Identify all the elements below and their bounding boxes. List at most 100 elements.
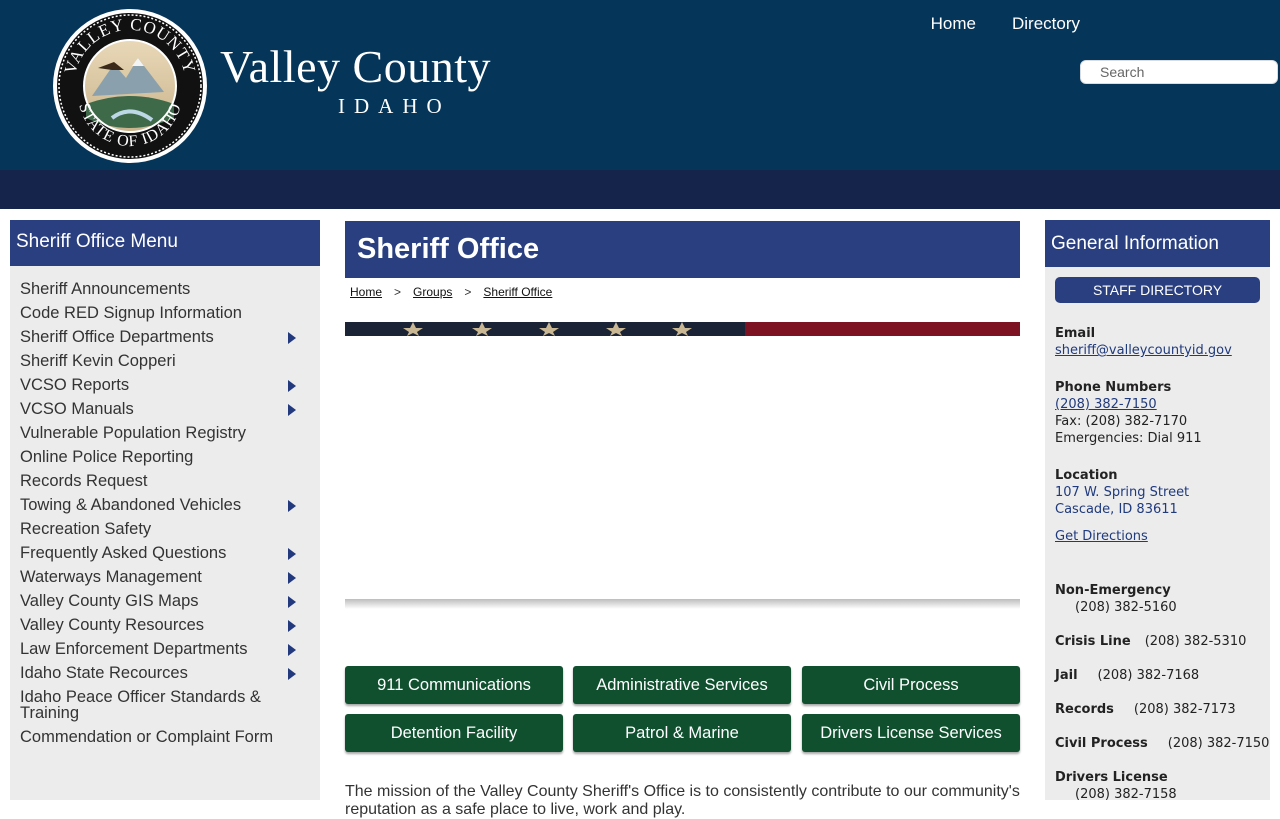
phone-label: Phone Numbers [1055, 380, 1172, 395]
sidebar-item-sheriff-announcements[interactable]: Sheriff Announcements [20, 277, 320, 301]
sidebar-item-label: Sheriff Office Departments [20, 328, 214, 346]
jail-number: (208) 382-7168 [1097, 668, 1200, 683]
sidebar-item-label: Commendation or Complaint Form [20, 728, 274, 746]
info-title: General Information [1045, 220, 1270, 267]
crisis-line-label: Crisis Line [1055, 634, 1131, 649]
flag-banner-image [345, 322, 1020, 336]
sidebar-item-label: VCSO Manuals [20, 400, 134, 418]
administrative-services-button[interactable]: Administrative Services [573, 666, 791, 704]
sidebar-item-label: Towing & Abandoned Vehicles [20, 496, 242, 514]
non-emergency-number: (208) 382-5160 [1075, 600, 1177, 615]
county-seal-logo[interactable]: VALLEY COUNTY STATE OF IDAHO [52, 8, 208, 164]
civil-process-button[interactable]: Civil Process [802, 666, 1020, 704]
sidebar-item-idaho-peace-officer-standards-and-training[interactable]: Idaho Peace Officer Standards & Training [20, 685, 320, 725]
submenu-arrow-icon[interactable] [288, 620, 296, 632]
sidebar-item-label: Idaho State Recources [20, 664, 188, 682]
phone-link[interactable]: (208) 382-7150 [1055, 397, 1157, 412]
submenu-arrow-icon[interactable] [288, 404, 296, 416]
sidebar-item-frequently-asked-questions[interactable]: Frequently Asked Questions [20, 541, 320, 565]
detention-facility-button[interactable]: Detention Facility [345, 714, 563, 752]
sidebar-item-label: Online Police Reporting [20, 448, 194, 466]
page-title: Sheriff Office [345, 221, 1020, 278]
nav-directory-link[interactable]: Directory [1012, 14, 1080, 34]
submenu-arrow-icon[interactable] [288, 332, 296, 344]
staff-directory-button[interactable]: STAFF DIRECTORY [1055, 277, 1260, 303]
search-input[interactable] [1100, 61, 1270, 83]
sidebar-item-label: Sheriff Announcements [20, 280, 191, 298]
sidebar-item-valley-county-resources[interactable]: Valley County Resources [20, 613, 320, 637]
submenu-arrow-icon[interactable] [288, 572, 296, 584]
sidebar-item-label: Waterways Management [20, 568, 202, 586]
breadcrumb-home-link[interactable]: Home [350, 285, 382, 299]
sidebar-item-waterways-management[interactable]: Waterways Management [20, 565, 320, 589]
search-box [1080, 60, 1278, 84]
sidebar-title: Sheriff Office Menu [10, 220, 320, 266]
civil-process-label: Civil Process [1055, 736, 1148, 751]
sidebar-item-code-red-signup-information[interactable]: Code RED Signup Information [20, 301, 320, 325]
sidebar-item-label: Code RED Signup Information [20, 304, 242, 322]
sidebar-item-label: VCSO Reports [20, 376, 130, 394]
civil-process-number: (208) 382-7150 [1167, 736, 1270, 751]
top-navigation: Home Directory [895, 14, 1080, 34]
sidebar-item-label: Law Enforcement Departments [20, 640, 248, 658]
main-content: Sheriff Office Home > Groups > Sheriff Offic… [345, 221, 1020, 818]
sheriff-menu-sidebar: Sheriff Office Menu Sheriff Announcement… [10, 220, 320, 800]
main-nav-bar [0, 170, 1280, 209]
sidebar-item-sheriff-kevin-copperi[interactable]: Sheriff Kevin Copperi [20, 349, 320, 373]
sidebar-item-commendation-or-complaint-form[interactable]: Commendation or Complaint Form [20, 725, 320, 749]
sidebar-item-label: Frequently Asked Questions [20, 544, 227, 562]
sidebar-item-label: Records Request [20, 472, 148, 490]
fax-number: Fax: (208) 382-7170 [1055, 414, 1188, 429]
email-link[interactable]: sheriff@valleycountyid.gov [1055, 343, 1232, 358]
email-label: Email [1055, 326, 1096, 341]
nav-home-link[interactable]: Home [931, 14, 976, 34]
records-number: (208) 382-7173 [1133, 702, 1236, 717]
sidebar-item-vcso-reports[interactable]: VCSO Reports [20, 373, 320, 397]
sidebar-item-sheriff-office-departments[interactable]: Sheriff Office Departments [20, 325, 320, 349]
drivers-license-label: Drivers License [1055, 770, 1168, 785]
sidebar-item-label: Recreation Safety [20, 520, 152, 538]
sidebar-item-label: Idaho Peace Officer Standards & Training [20, 688, 261, 722]
submenu-arrow-icon[interactable] [288, 500, 296, 512]
sidebar-menu: Sheriff Announcements Code RED Signup Inf… [10, 266, 320, 749]
sidebar-item-idaho-state-recources[interactable]: Idaho State Recources [20, 661, 320, 685]
submenu-arrow-icon[interactable] [288, 644, 296, 656]
emergency-number: Emergencies: Dial 911 [1055, 431, 1202, 446]
submenu-arrow-icon[interactable] [288, 548, 296, 560]
sidebar-item-vulnerable-population-registry[interactable]: Vulnerable Population Registry [20, 421, 320, 445]
breadcrumb: Home > Groups > Sheriff Office [345, 285, 1020, 299]
sidebar-item-towing-and-abandoned-vehicles[interactable]: Towing & Abandoned Vehicles [20, 493, 320, 517]
breadcrumb-groups-link[interactable]: Groups [413, 285, 452, 299]
sidebar-item-law-enforcement-departments[interactable]: Law Enforcement Departments [20, 637, 320, 661]
address-line-1: 107 W. Spring Street [1055, 485, 1190, 500]
sidebar-item-valley-county-gis-maps[interactable]: Valley County GIS Maps [20, 589, 320, 613]
site-title[interactable]: Valley County [220, 40, 491, 93]
sidebar-item-recreation-safety[interactable]: Recreation Safety [20, 517, 320, 541]
drivers-license-services-button[interactable]: Drivers License Services [802, 714, 1020, 752]
breadcrumb-sheriff-office-link[interactable]: Sheriff Office [483, 285, 552, 299]
mission-statement: The mission of the Valley County Sheriff… [345, 783, 1020, 818]
breadcrumb-separator: > [394, 285, 402, 299]
records-label: Records [1055, 702, 1114, 717]
non-emergency-label: Non-Emergency [1055, 583, 1171, 598]
sidebar-item-vcso-manuals[interactable]: VCSO Manuals [20, 397, 320, 421]
sidebar-item-label: Vulnerable Population Registry [20, 424, 246, 442]
sidebar-item-records-request[interactable]: Records Request [20, 469, 320, 493]
sidebar-item-label: Valley County Resources [20, 616, 205, 634]
sidebar-item-label: Valley County GIS Maps [20, 592, 199, 610]
sidebar-item-online-police-reporting[interactable]: Online Police Reporting [20, 445, 320, 469]
patrol-marine-button[interactable]: Patrol & Marine [573, 714, 791, 752]
drivers-license-number: (208) 382-7158 [1075, 787, 1177, 802]
site-header: VALLEY COUNTY STATE OF IDAHO Valley Coun… [0, 0, 1280, 170]
general-information-panel: General Information STAFF DIRECTORY Emai… [1045, 220, 1270, 802]
submenu-arrow-icon[interactable] [288, 596, 296, 608]
crisis-line-number: (208) 382-5310 [1144, 634, 1247, 649]
sidebar-item-label: Sheriff Kevin Copperi [20, 352, 176, 370]
jail-label: Jail [1055, 668, 1078, 683]
911-communications-button[interactable]: 911 Communications [345, 666, 563, 704]
submenu-arrow-icon[interactable] [288, 380, 296, 392]
submenu-arrow-icon[interactable] [288, 668, 296, 680]
banner-shadow [345, 599, 1020, 609]
get-directions-link[interactable]: Get Directions [1055, 529, 1148, 544]
breadcrumb-separator: > [464, 285, 472, 299]
